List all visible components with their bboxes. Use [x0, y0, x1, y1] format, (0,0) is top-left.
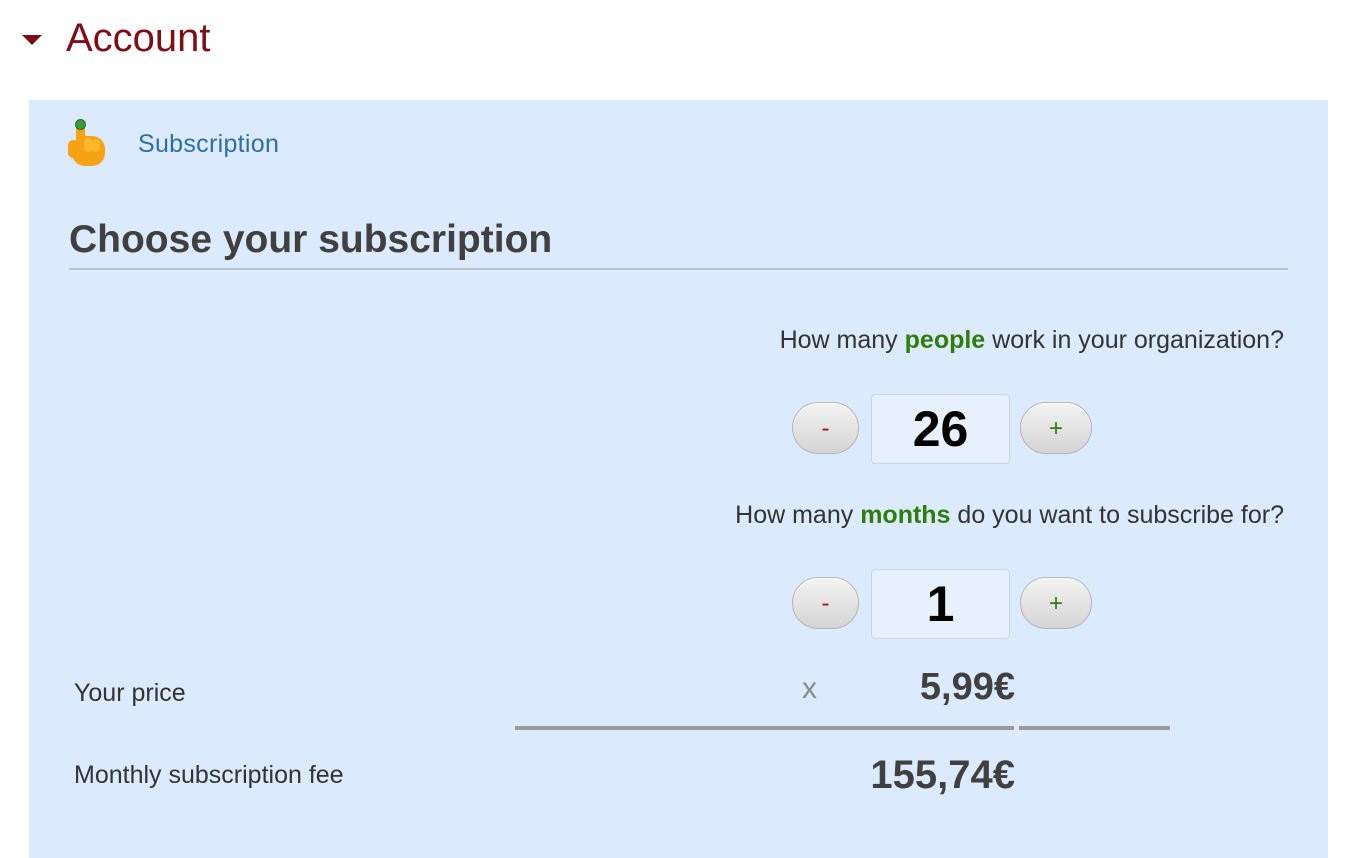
- section-title: Account: [66, 16, 211, 60]
- price-label: Your price: [74, 679, 186, 707]
- months-question-prefix: How many: [735, 501, 861, 529]
- people-question-highlight: people: [904, 326, 986, 354]
- monthly-fee-label: Monthly subscription fee: [74, 761, 344, 789]
- people-increment-button[interactable]: +: [1020, 402, 1092, 454]
- people-question: How many people work in your organizatio…: [780, 326, 1284, 355]
- total-divider: [515, 726, 1014, 730]
- people-question-prefix: How many: [779, 326, 905, 354]
- subscription-link-row[interactable]: Subscription: [67, 116, 279, 172]
- months-stepper: - 1 +: [792, 569, 1095, 639]
- account-section-header[interactable]: Account: [22, 14, 211, 62]
- caret-down-icon[interactable]: [22, 35, 42, 45]
- months-question: How many months do you want to subscribe…: [735, 501, 1284, 530]
- months-increment-button[interactable]: +: [1020, 577, 1092, 629]
- months-decrement-button[interactable]: -: [792, 577, 859, 629]
- subscription-link[interactable]: Subscription: [138, 130, 279, 159]
- months-count-input[interactable]: 1: [871, 569, 1010, 639]
- pointing-hand-icon: [68, 119, 105, 166]
- months-question-suffix: do you want to subscribe for?: [950, 501, 1284, 529]
- unit-price: 5,99€: [919, 666, 1015, 708]
- multiply-symbol: x: [802, 672, 817, 705]
- people-question-suffix: work in your organization?: [985, 326, 1284, 354]
- monthly-fee-value: 155,74€: [870, 753, 1015, 797]
- page-title: Choose your subscription: [69, 218, 1288, 270]
- people-count-input[interactable]: 26: [871, 394, 1010, 464]
- people-stepper: - 26 +: [792, 394, 1095, 464]
- months-question-highlight: months: [860, 501, 951, 529]
- total-divider-extension: [1019, 726, 1170, 730]
- people-decrement-button[interactable]: -: [792, 402, 859, 454]
- subscription-panel: Subscription Choose your subscription Ho…: [29, 100, 1328, 858]
